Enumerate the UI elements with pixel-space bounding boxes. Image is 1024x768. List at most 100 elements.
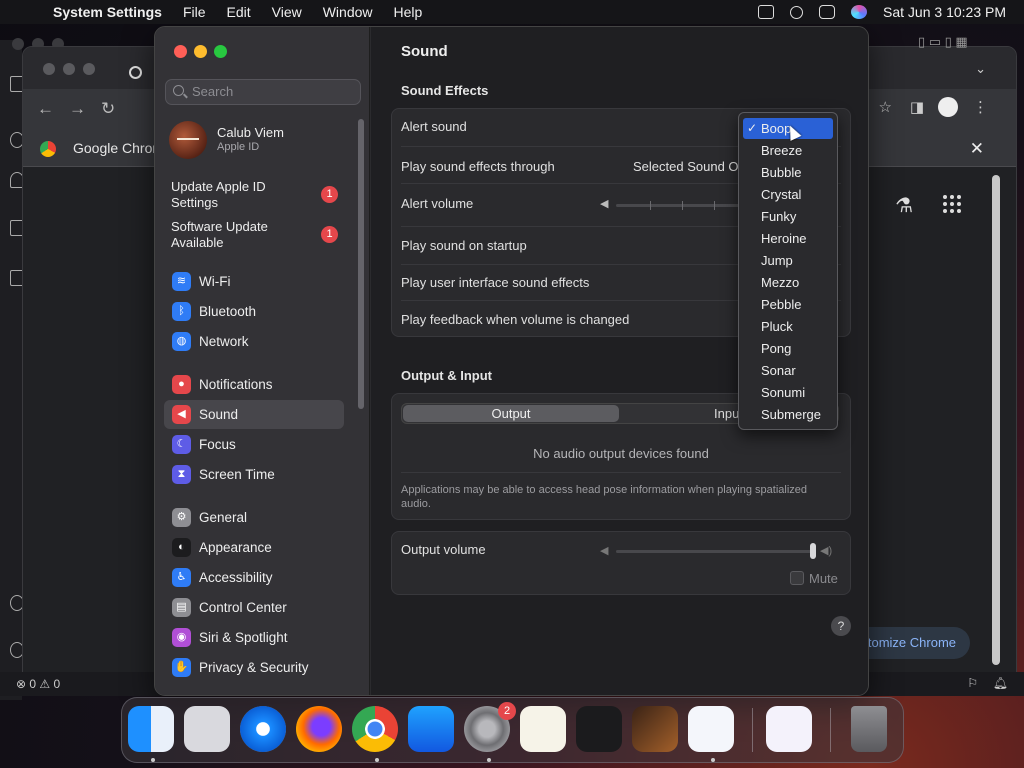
chrome-zoom-dot[interactable] (83, 63, 95, 75)
terminal-icon[interactable] (576, 706, 622, 752)
alert-sound-option[interactable]: Sonar (743, 360, 833, 381)
alert-sound-option[interactable]: Mezzo (743, 272, 833, 293)
hourglass-icon: ⧗ (172, 465, 191, 484)
sidebar-item-label: Wi-Fi (199, 274, 231, 289)
alert-sound-option[interactable]: Heroine (743, 228, 833, 249)
close-window-button[interactable] (174, 45, 187, 58)
search-input[interactable]: Search (165, 79, 361, 105)
notifications-bell-icon[interactable]: 🔔︎ (993, 676, 1008, 690)
wifi-icon: ≋ (172, 272, 191, 291)
visual-studio-icon[interactable] (766, 706, 812, 752)
tab-input[interactable]: Inpu (714, 405, 739, 422)
stage-manager-icon[interactable] (758, 5, 775, 19)
spotlight-search-icon[interactable] (790, 5, 804, 19)
trash-icon[interactable] (851, 706, 887, 752)
alert-sound-option[interactable]: Pebble (743, 294, 833, 315)
garageband-icon[interactable] (632, 706, 678, 752)
firefox-icon[interactable] (296, 706, 342, 752)
sidebar-item-screen-time[interactable]: ⧗ Screen Time (164, 460, 344, 489)
sidebar-item-label: Network (199, 334, 249, 349)
alert-sound-option[interactable]: Pong (743, 338, 833, 359)
network-icon: ◍ (172, 332, 191, 351)
head-pose-note: Applications may be able to access head … (401, 484, 808, 510)
alert-volume-slider[interactable] (616, 201, 741, 210)
menu-edit[interactable]: Edit (227, 4, 251, 20)
alert-sound-option[interactable]: Crystal (743, 184, 833, 205)
side-panel-icon[interactable]: ◨ (910, 98, 924, 116)
chrome-menu-icon[interactable]: ⋮ (973, 98, 988, 116)
profile-avatar-icon[interactable] (938, 97, 958, 117)
sidebar-item-bluetooth[interactable]: ᛒ Bluetooth (164, 297, 344, 326)
alert-sound-option-label: Pluck (761, 319, 793, 334)
siri-icon: ◉ (172, 628, 191, 647)
app-store-icon[interactable] (408, 706, 454, 752)
alert-sound-option-label: Crystal (761, 187, 802, 202)
safari-icon[interactable] (240, 706, 286, 752)
chrome-tab-icon[interactable] (129, 66, 142, 79)
menu-help[interactable]: Help (394, 4, 423, 20)
bookmark-star-icon[interactable]: ☆ (879, 98, 892, 116)
play-through-select[interactable]: Selected Sound O (633, 159, 739, 174)
problems-count[interactable]: ⊗ 0 ⚠ 0 (16, 677, 60, 691)
chrome-scrollbar[interactable] (992, 175, 1000, 665)
tab-output[interactable]: Output (403, 405, 619, 422)
sidebar-item-focus[interactable]: ☾ Focus (164, 430, 344, 459)
running-indicator (487, 758, 491, 762)
alert-sound-option[interactable]: Breeze (743, 140, 833, 161)
launchpad-icon[interactable] (184, 706, 230, 752)
update-apple-id-item[interactable]: Update Apple ID Settings (171, 179, 301, 211)
feedback-icon[interactable]: ⚐ (967, 676, 978, 690)
mute-checkbox[interactable] (790, 571, 804, 585)
back-arrow-icon[interactable]: ← (37, 99, 54, 119)
alert-sound-option[interactable]: Sonumi (743, 382, 833, 403)
close-infobar-icon[interactable]: ✕ (970, 139, 984, 159)
sidebar-item-privacy-security[interactable]: ✋ Privacy & Security (164, 653, 344, 682)
alert-sound-option[interactable]: Submerge (743, 404, 833, 425)
finder-icon[interactable] (128, 706, 174, 752)
vscode-close-dot[interactable] (12, 38, 24, 50)
sidebar-item-control-center[interactable]: ▤ Control Center (164, 593, 344, 622)
alert-sound-option[interactable]: Funky (743, 206, 833, 227)
sidebar-item-sound[interactable]: ◀ Sound (164, 400, 344, 429)
menu-window[interactable]: Window (323, 4, 373, 20)
control-center-icon[interactable] (819, 5, 836, 19)
zoom-window-button[interactable] (214, 45, 227, 58)
siri-icon[interactable] (851, 5, 868, 19)
alert-volume-label: Alert volume (401, 196, 474, 211)
divider (401, 472, 841, 473)
menu-bar-clock[interactable]: Sat Jun 3 10:23 PM (883, 4, 1006, 20)
chrome-info-bar-label: Google Chrom (73, 140, 165, 156)
sidebar-item-accessibility[interactable]: ♿ Accessibility (164, 563, 344, 592)
sidebar-item-appearance[interactable]: ◐ Appearance (164, 533, 344, 562)
alert-sound-option[interactable]: Pluck (743, 316, 833, 337)
chrome-close-dot[interactable] (43, 63, 55, 75)
sidebar-scrollbar[interactable] (358, 119, 364, 409)
textedit-icon[interactable] (520, 706, 566, 752)
sidebar-item-network[interactable]: ◍ Network (164, 327, 344, 356)
sidebar-item-general[interactable]: ⚙ General (164, 503, 344, 532)
apps-grid-icon[interactable] (943, 195, 961, 213)
vscode-layout-icons[interactable]: ▯ ▭ ▯ ▦ (918, 34, 968, 50)
minimize-window-button[interactable] (194, 45, 207, 58)
menu-view[interactable]: View (272, 4, 302, 20)
sidebar-item-wi-fi[interactable]: ≋ Wi-Fi (164, 267, 344, 296)
output-volume-slider[interactable] (616, 543, 816, 559)
reload-icon[interactable]: ↻ (101, 99, 115, 119)
output-volume-knob[interactable] (810, 543, 816, 559)
forward-arrow-icon[interactable]: → (69, 99, 86, 119)
alert-sound-option[interactable]: Jump (743, 250, 833, 271)
sidebar-item-notifications[interactable]: ● Notifications (164, 370, 344, 399)
labs-flask-icon[interactable]: ⚗ (895, 193, 913, 218)
app-menu[interactable]: System Settings (53, 4, 162, 20)
update-apple-id-badge: 1 (321, 186, 338, 203)
menu-file[interactable]: File (183, 4, 206, 20)
software-update-item[interactable]: Software Update Available (171, 219, 301, 251)
tab-search-chevron-icon[interactable]: ⌄ (975, 61, 986, 77)
chrome-minimize-dot[interactable] (63, 63, 75, 75)
chrome-icon[interactable] (352, 706, 398, 752)
help-button[interactable]: ? (831, 616, 851, 636)
vscode-icon[interactable] (688, 706, 734, 752)
desktop: System Settings File Edit View Window He… (0, 0, 1024, 768)
alert-sound-option[interactable]: Bubble (743, 162, 833, 183)
sidebar-item-siri-spotlight[interactable]: ◉ Siri & Spotlight (164, 623, 344, 652)
